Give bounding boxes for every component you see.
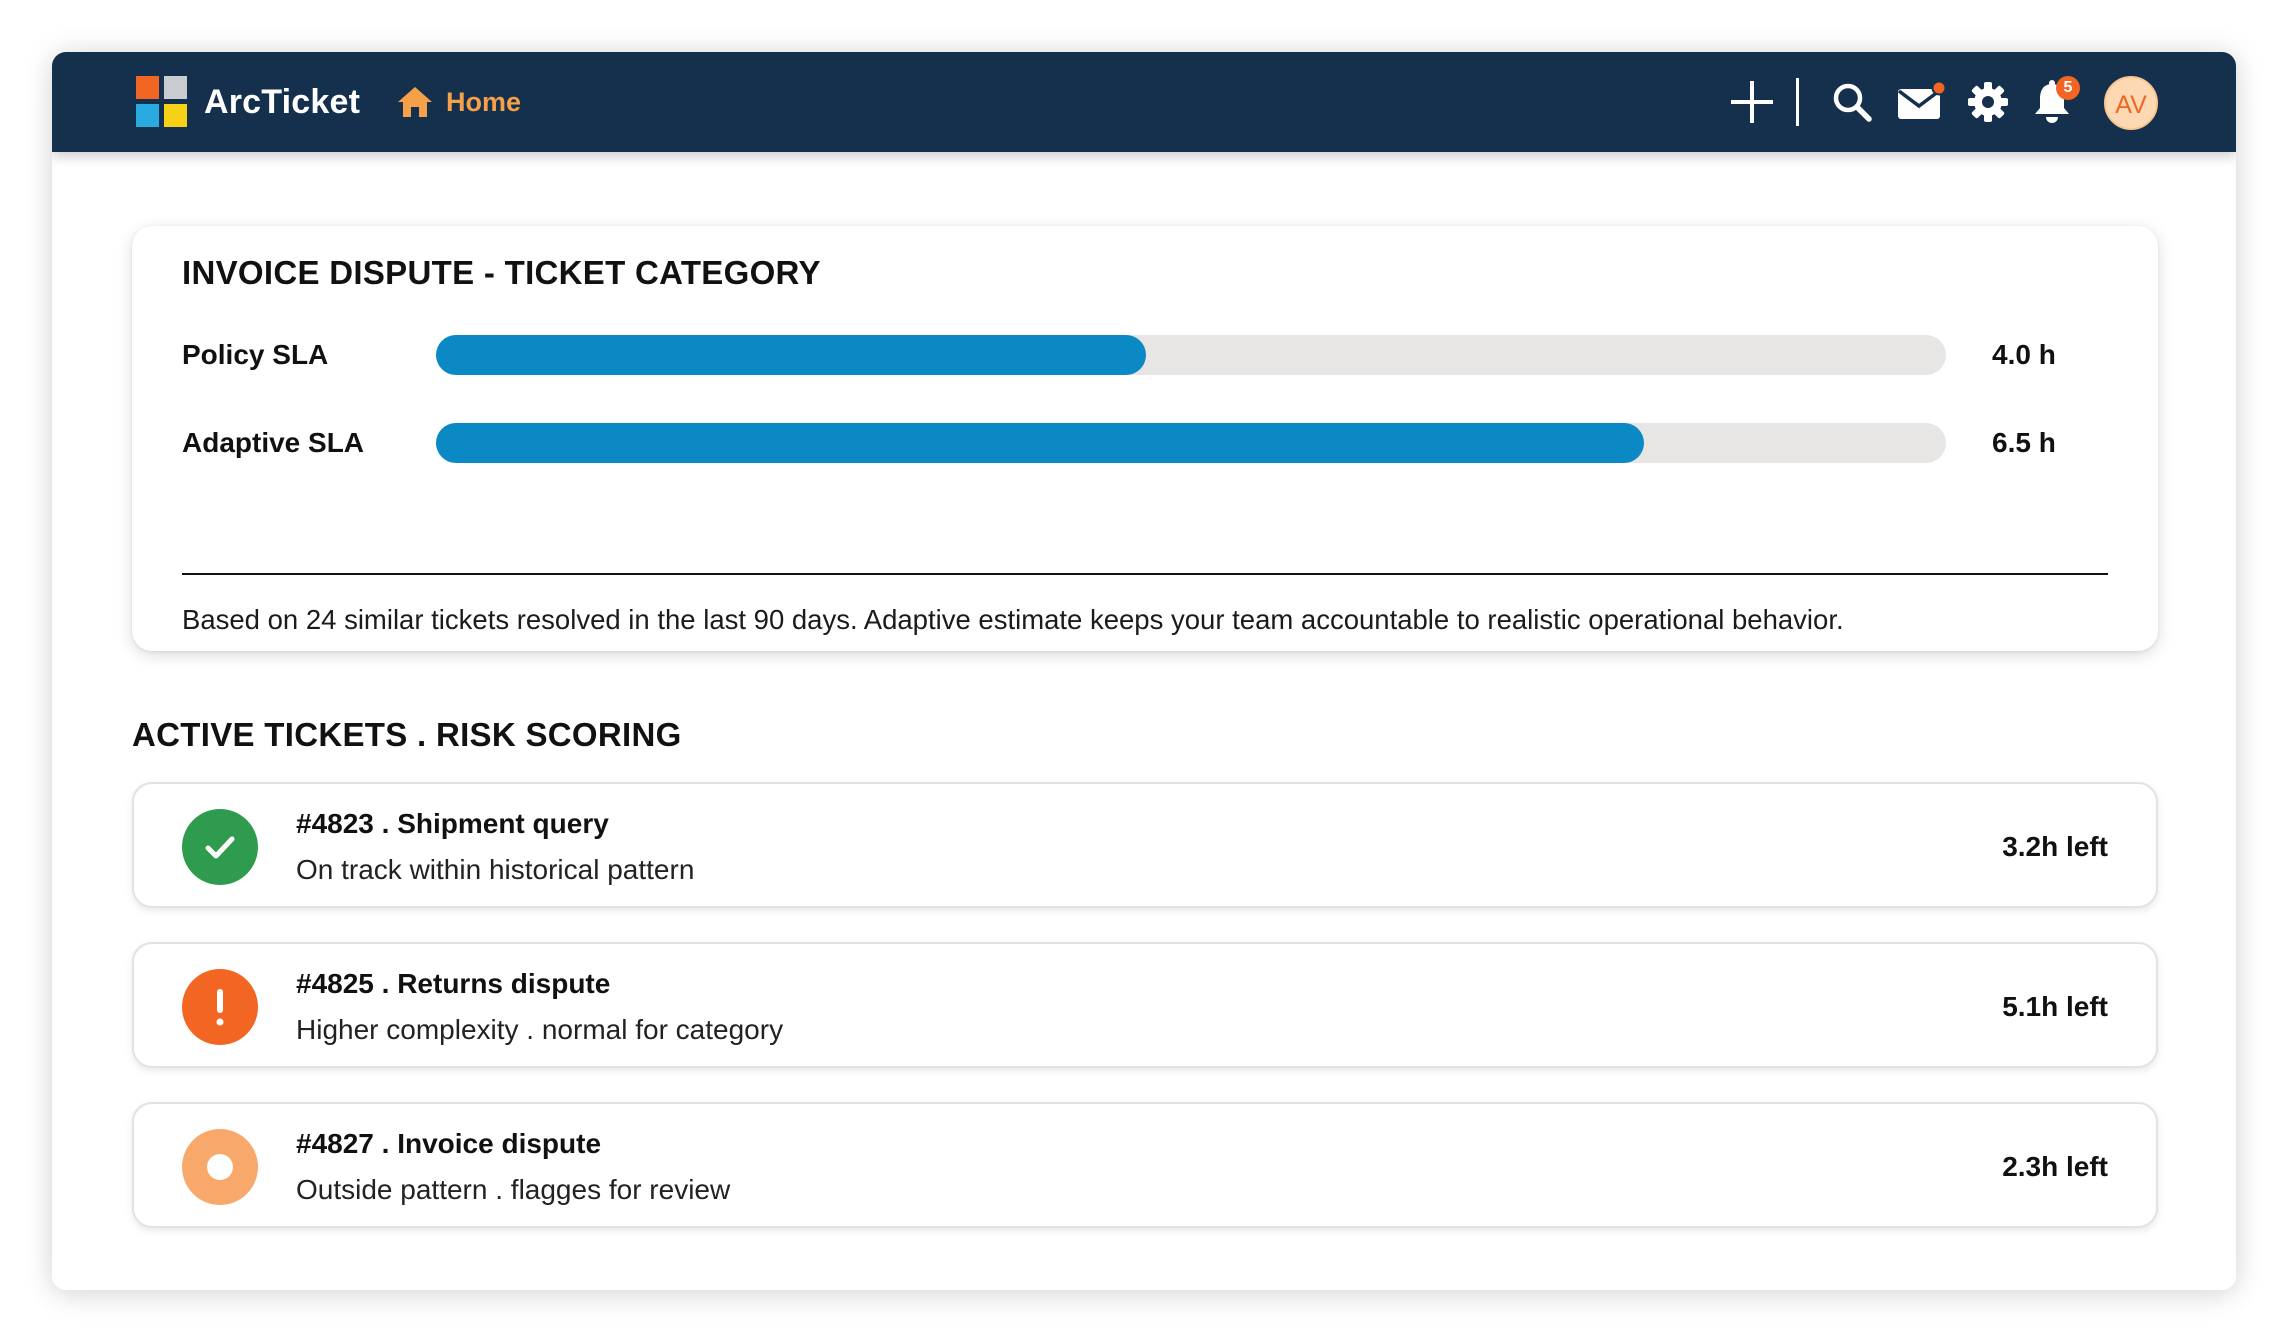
sla-value: 4.0 h bbox=[1992, 339, 2056, 370]
search-icon bbox=[1833, 83, 1872, 122]
check-circle-icon bbox=[182, 809, 258, 885]
sla-value: 6.5 h bbox=[1992, 427, 2056, 458]
sla-note: Based on 24 similar tickets resolved in … bbox=[182, 604, 1844, 635]
sla-progress-track bbox=[436, 335, 1946, 375]
ticket-time-left: 2.3h left bbox=[2002, 1151, 2108, 1182]
home-icon bbox=[398, 87, 432, 117]
ring-circle-icon bbox=[182, 1129, 258, 1205]
sla-card: INVOICE DISPUTE - TICKET CATEGORY Policy… bbox=[132, 226, 2158, 651]
card-divider bbox=[182, 573, 2108, 575]
gear-icon bbox=[1968, 82, 2008, 122]
alert-circle-icon bbox=[182, 969, 258, 1045]
home-link[interactable]: Home bbox=[396, 80, 521, 124]
sla-progress-fill bbox=[436, 423, 1644, 463]
ticket-subtitle: Outside pattern . flagges for review bbox=[296, 1174, 731, 1205]
plus-icon bbox=[1731, 81, 1773, 123]
section-title: ACTIVE TICKETS . RISK SCORING bbox=[132, 716, 682, 753]
mail-button[interactable] bbox=[1892, 74, 1948, 130]
add-button[interactable] bbox=[1724, 74, 1780, 130]
sla-row-adaptive: Adaptive SLA 6.5 h bbox=[182, 422, 2112, 464]
ticket-subtitle: On track within historical pattern bbox=[296, 854, 695, 885]
ticket-title: #4823 . Shipment query bbox=[296, 808, 609, 839]
ticket-title: #4825 . Returns dispute bbox=[296, 968, 611, 999]
sla-card-title: INVOICE DISPUTE - TICKET CATEGORY bbox=[182, 254, 821, 291]
sla-label: Policy SLA bbox=[182, 339, 329, 370]
logo-icon[interactable] bbox=[136, 76, 188, 128]
sla-row-policy: Policy SLA 4.0 h bbox=[182, 334, 2112, 376]
avatar[interactable]: AV bbox=[2104, 76, 2158, 130]
home-label: Home bbox=[446, 86, 522, 117]
ticket-card[interactable]: #4827 . Invoice dispute Outside pattern … bbox=[132, 1102, 2158, 1228]
ticket-subtitle: Higher complexity . normal for category bbox=[296, 1014, 784, 1045]
toolbar-separator bbox=[1796, 78, 1799, 126]
notification-badge: 5 bbox=[2056, 76, 2080, 100]
search-button[interactable] bbox=[1824, 74, 1880, 130]
notifications-button[interactable]: 5 bbox=[2024, 74, 2080, 130]
settings-button[interactable] bbox=[1960, 74, 2016, 130]
sla-label: Adaptive SLA bbox=[182, 427, 365, 458]
ticket-time-left: 3.2h left bbox=[2002, 831, 2108, 862]
ticket-time-left: 5.1h left bbox=[2002, 991, 2108, 1022]
mail-icon bbox=[1897, 80, 1945, 119]
ticket-title: #4827 . Invoice dispute bbox=[296, 1128, 602, 1159]
app-window: ArcTicket Home 5 AV INVOICE DISPUTE - TI… bbox=[52, 52, 2236, 1290]
ticket-card[interactable]: #4823 . Shipment query On track within h… bbox=[132, 782, 2158, 908]
top-bar: ArcTicket Home 5 AV bbox=[52, 52, 2236, 152]
sla-progress-fill bbox=[436, 335, 1146, 375]
ticket-card[interactable]: #4825 . Returns dispute Higher complexit… bbox=[132, 942, 2158, 1068]
brand-name: ArcTicket bbox=[204, 83, 361, 121]
sla-progress-track bbox=[436, 423, 1946, 463]
